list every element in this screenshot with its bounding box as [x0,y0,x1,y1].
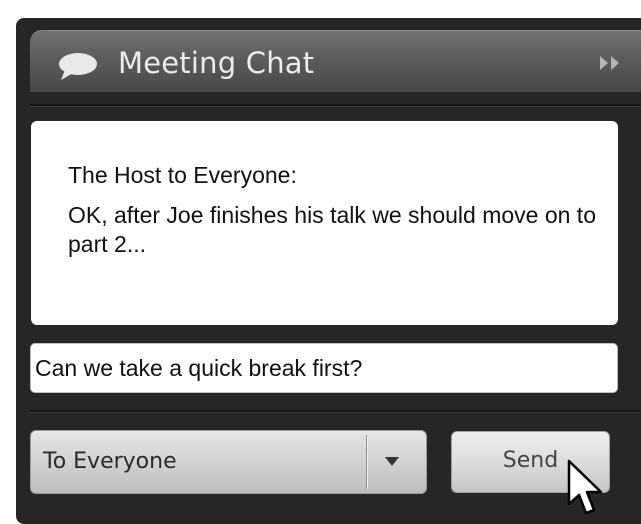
speech-bubble-icon [59,53,97,80]
dropdown-separator [366,435,367,489]
recipient-dropdown[interactable]: To Everyone [30,430,427,494]
message-area: The Host to Everyone: OK, after Joe fini… [31,121,618,325]
send-button[interactable]: Send [451,431,610,493]
message-input[interactable]: Can we take a quick break first? [30,343,618,393]
header-divider [30,104,641,107]
chat-title: Meeting Chat [118,46,315,80]
recipient-selected: To Everyone [43,449,177,474]
message-text: OK, after Joe finishes his talk we shoul… [68,202,596,257]
footer-divider [30,410,641,413]
meeting-chat-panel: Meeting Chat The Host to Everyone: OK, a… [16,18,641,524]
chevron-down-icon[interactable] [385,457,399,466]
message-sender: The Host to Everyone: [68,162,297,188]
chat-header: Meeting Chat [30,30,641,92]
double-chevron-right-icon[interactable] [597,53,625,73]
